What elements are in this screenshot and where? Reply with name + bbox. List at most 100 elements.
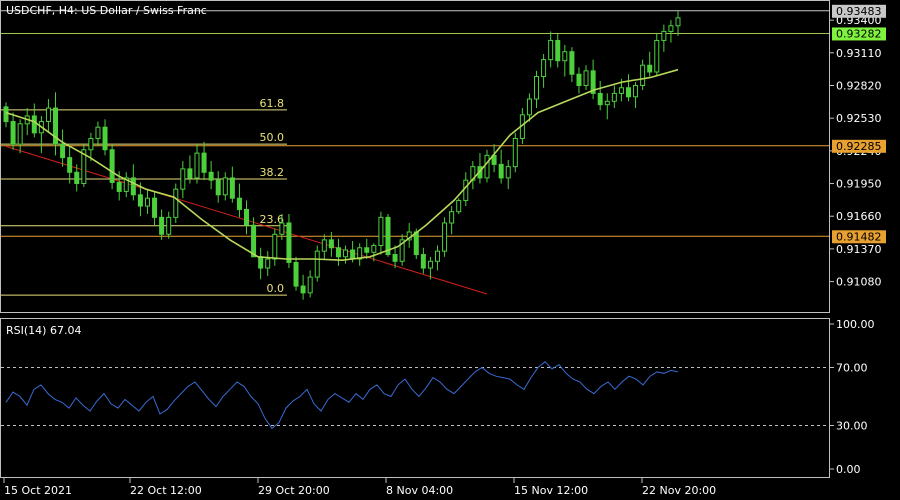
price-tick-label: 0.91660 (836, 210, 882, 223)
candle-body-bear (244, 208, 250, 226)
price-tag-label: 0.91482 (836, 230, 882, 243)
time-tick-label: 15 Oct 2021 (4, 484, 72, 497)
candle-body-bull (548, 39, 554, 61)
candle-body-bull (222, 177, 228, 196)
candle-body-bull (541, 59, 547, 77)
time-tick-label: 22 Nov 20:00 (642, 484, 716, 497)
rsi-tick-label: 100.00 (836, 318, 875, 331)
candlesticks (3, 11, 681, 300)
candle-body-bear (137, 194, 143, 207)
candle-body-bear (251, 224, 257, 258)
candle-body-bear (10, 121, 16, 145)
candle-body-bear (159, 216, 165, 235)
main-chart-frame (0, 0, 830, 313)
candle-body-bear (74, 171, 80, 185)
candle-body-bear (3, 106, 9, 123)
candle-body-bull (611, 92, 617, 102)
candle-body-bull (427, 260, 433, 269)
price-tag-label: 0.93282 (836, 27, 882, 40)
candle-body-bull (343, 249, 349, 258)
candle-body-bull (449, 211, 455, 224)
moving-average-line (5, 68, 679, 262)
candle-body-bear (413, 231, 419, 256)
time-tick-label: 15 Nov 12:00 (514, 484, 588, 497)
candle-body-bull (180, 168, 186, 190)
rsi-indicator: 100.00 70.00 30.00 0.00 (1, 318, 875, 476)
candle-body-bull (618, 87, 624, 94)
candle-body-bull (194, 152, 200, 179)
horizontal-lines (1, 10, 829, 237)
candle-body-bear (286, 222, 292, 263)
candle-body-bull (321, 239, 327, 252)
fib-level-label: 50.0 (260, 131, 285, 144)
candle-body-bull (144, 197, 150, 207)
time-tick-label: 8 Nov 04:00 (386, 484, 453, 497)
candle-body-bear (31, 115, 37, 134)
candle-body-bull (661, 30, 667, 41)
rsi-line (5, 361, 679, 430)
price-tick-label: 0.91080 (836, 276, 882, 289)
price-tag-label: 0.92285 (836, 140, 882, 153)
candle-body-bull (668, 25, 674, 32)
candle-body-bear (229, 177, 235, 199)
candle-body-bull (675, 17, 681, 27)
price-tick-label: 0.91370 (836, 243, 882, 256)
candle-body-bear (130, 177, 136, 196)
price-tick-label: 0.92820 (836, 80, 882, 93)
candle-body-bear (215, 179, 221, 196)
candle-body-bull (604, 100, 610, 106)
candle-body-bear (569, 51, 575, 75)
candle-body-bull (265, 258, 271, 269)
price-tick-label: 0.92530 (836, 112, 882, 125)
candle-body-bull (371, 245, 377, 253)
candle-body-bull (484, 154, 490, 179)
candle-body-bull (526, 98, 532, 116)
candle-body-bear (335, 247, 341, 258)
rsi-tick-label: 70.00 (836, 362, 868, 375)
candle-body-bull (456, 199, 462, 213)
candle-body-bull (654, 39, 660, 73)
time-tick-label: 22 Oct 12:00 (130, 484, 202, 497)
rsi-pane-frame (0, 318, 830, 478)
candle-body-bear (328, 239, 334, 249)
candle-body-bear (116, 181, 122, 192)
candle-body-bear (201, 152, 207, 173)
candle-body-bear (208, 171, 214, 181)
chart-canvas: 61.850.038.223.60.0 0.934000.931100.9282… (0, 0, 886, 497)
candle-body-bear (350, 249, 356, 260)
candle-body-bear (576, 73, 582, 87)
candle-body-bear (67, 157, 73, 173)
candle-body-bull (45, 107, 51, 123)
candle-body-bear (293, 261, 299, 287)
candle-body-bull (640, 64, 646, 87)
candle-body-bull (442, 222, 448, 252)
candle-body-bear (258, 256, 264, 269)
candle-body-bull (463, 179, 469, 201)
candle-body-bear (60, 143, 66, 159)
rsi-tick-label: 30.00 (836, 420, 868, 433)
time-tick-label: 29 Oct 20:00 (258, 484, 330, 497)
fib-level-label: 38.2 (260, 166, 285, 179)
candle-body-bull (173, 188, 179, 218)
candle-body-bull (505, 166, 511, 179)
candle-body-bull (378, 216, 384, 247)
candle-body-bear (300, 285, 306, 294)
fib-level-label: 61.8 (260, 97, 285, 110)
candle-body-bear (187, 168, 193, 179)
moving-average-group (5, 68, 679, 262)
candle-body-bear (236, 197, 242, 210)
candle-body-bear (152, 197, 158, 218)
candle-body-bear (102, 126, 108, 151)
candle-body-bull (166, 216, 172, 235)
candle-body-bear (498, 163, 504, 179)
candle-body-bear (597, 92, 603, 106)
chart-title: USDCHF, H4: US Dollar / Swiss Franc (6, 4, 207, 17)
candle-body-bull (307, 276, 313, 294)
candle-body-bull (95, 126, 101, 139)
candle-body-bear (555, 39, 561, 62)
candle-body-bull (272, 233, 278, 260)
candle-body-bull (583, 70, 589, 87)
candle-body-bear (109, 149, 115, 183)
fibonacci-levels: 61.850.038.223.60.0 (1, 97, 287, 296)
rsi-label: RSI(14) 67.04 (6, 324, 81, 337)
